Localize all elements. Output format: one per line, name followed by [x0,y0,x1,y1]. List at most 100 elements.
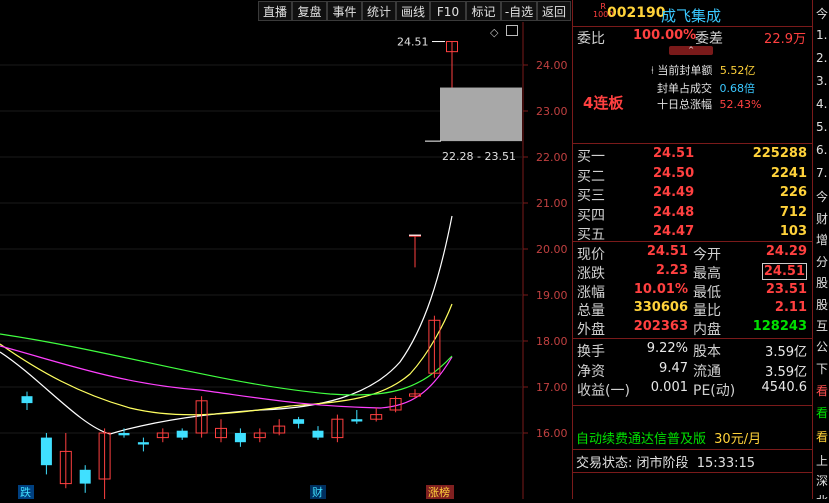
candle[interactable] [98,428,111,503]
orderbook-volume: 2241 [770,165,807,181]
weicha-value: 22.9万 [764,32,806,47]
stat-value: 330606 [633,300,688,316]
candle[interactable] [21,391,33,410]
side-list-item[interactable]: 增 [816,231,828,248]
side-list-item[interactable]: 5. [816,120,827,134]
collapse-toggle[interactable]: ^ [669,46,713,55]
side-list-item[interactable]: 分 [816,253,828,270]
orderbook-label: 买二 [577,168,605,185]
side-list-item[interactable]: 6. [816,143,827,157]
quote-panel: R 1000 002190 成飞集成 委比 100.00% 委差 22.9万 ^… [572,0,812,499]
high-label: 24.51 [397,36,429,49]
y-tick-label: 21.00 [536,197,568,210]
side-list-item[interactable]: 看 [816,382,828,399]
kline-chart[interactable]: 24.00 23.00 22.00 21.00 20.00 19.00 18.00 17.00… [0,22,572,503]
window-icon[interactable] [506,25,518,36]
candle[interactable] [118,428,130,438]
candle[interactable] [312,426,324,440]
toolbar: 直播 复盘 事件 统计 画线 F10 标记 -自选 返回 [0,0,571,22]
candle[interactable] [293,416,305,429]
candle-body [234,433,246,443]
side-list-item[interactable]: 股 [816,274,828,291]
candle[interactable] [137,437,149,452]
candle[interactable] [195,396,208,438]
toolbar-button-4[interactable]: 画线 [396,1,430,21]
side-list-item[interactable]: 北 [816,492,828,499]
finance-value: 0.001 [650,380,688,395]
toolbar-button-1[interactable]: 复盘 [292,1,327,21]
event-marker-label: 跌 [20,485,31,499]
side-list-item[interactable]: 股 [816,296,828,313]
side-list-item[interactable]: 互 [816,317,828,334]
settings-diamond-icon[interactable]: ◇ [490,26,498,39]
side-list-item[interactable]: 公 [816,338,828,355]
ten-day-value: 52.43% [719,98,762,111]
candle[interactable] [234,428,246,447]
status-time: 15:33:15 [696,456,756,471]
candle[interactable] [176,428,188,440]
side-list-item[interactable]: 今 [816,188,828,205]
finance-value: 9.47 [659,360,688,376]
toolbar-button-6[interactable]: 标记 [466,1,501,21]
y-tick-label: 18.00 [536,335,568,348]
side-list-item[interactable]: 看 [816,404,828,421]
stat-value: 128243 [752,319,807,335]
candle[interactable] [273,419,286,436]
event-marker[interactable]: 财 [310,485,326,499]
event-marker[interactable]: 跌 [18,485,34,499]
candle[interactable] [215,419,227,443]
orderbook-row[interactable]: 买二 24.50 2241 [573,166,812,186]
candle[interactable] [331,414,344,443]
promo-price: 30元/月 [714,432,762,447]
seal-ratio-label: 封单占成交 [657,82,712,95]
candle[interactable] [409,389,421,399]
toolbar-button-3[interactable]: 统计 [362,1,396,21]
side-list-item[interactable]: 上 [816,452,828,469]
orderbook-row[interactable]: 买三 24.49 226 [573,185,812,205]
finance-label: 换手 [577,344,605,360]
orderbook-row[interactable]: 买一 24.51 225288 [573,146,812,166]
toolbar-button-7[interactable]: -自选 [501,1,537,21]
candle[interactable] [79,465,91,493]
side-list-item[interactable]: 下 [816,360,828,377]
finance-label: 收益(一) [577,383,630,399]
candle[interactable] [409,234,421,268]
promo-banner[interactable]: 自动续费通达信普及版 30元/月 [576,428,761,447]
toolbar-button-0[interactable]: 直播 [258,1,292,21]
side-list-item[interactable]: 3. [816,74,827,88]
pin-icon: ⍿ [651,64,654,77]
orderbook-volume: 225288 [752,146,807,161]
side-list-item[interactable]: 财 [816,210,828,227]
divider [573,405,812,406]
seal-ratio-row: 封单占成交 0.68倍 [657,80,755,96]
candle-body [293,419,305,424]
stats-row: 涨跌 2.23 最高 24.51 [573,262,812,283]
candle[interactable] [370,407,383,422]
side-list-item[interactable]: 4. [816,97,827,111]
side-list-item[interactable]: 7. [816,166,827,180]
range-box[interactable] [440,87,522,142]
kline-svg[interactable]: 24.00 23.00 22.00 21.00 20.00 19.00 18.00 17.00… [0,22,572,503]
candle-body [21,396,33,404]
side-list-item[interactable]: 深 [816,472,828,489]
divider [573,449,812,450]
side-list-item[interactable]: 看 [816,428,828,445]
event-marker[interactable]: 涨榜 [426,485,454,499]
weibi-value: 100.00% [633,28,697,43]
candle[interactable] [156,428,169,443]
side-list-item[interactable]: 2. [816,51,827,65]
candle-body [351,419,363,422]
toolbar-button-5[interactable]: F10 [430,1,466,21]
candle[interactable] [59,433,72,489]
side-list-item[interactable]: 1. [816,28,827,42]
candle[interactable] [253,428,266,443]
stat-label: 今开 [693,247,721,263]
orderbook-row[interactable]: 买四 24.48 712 [573,205,812,225]
candle[interactable] [351,410,363,424]
toolbar-button-2[interactable]: 事件 [327,1,362,21]
toolbar-button-8[interactable]: 返回 [537,1,571,21]
side-list-item[interactable]: 今 [816,5,828,22]
stock-name[interactable]: 成飞集成 [661,5,721,26]
candle[interactable] [40,433,52,475]
stat-label: 涨幅 [577,284,605,301]
